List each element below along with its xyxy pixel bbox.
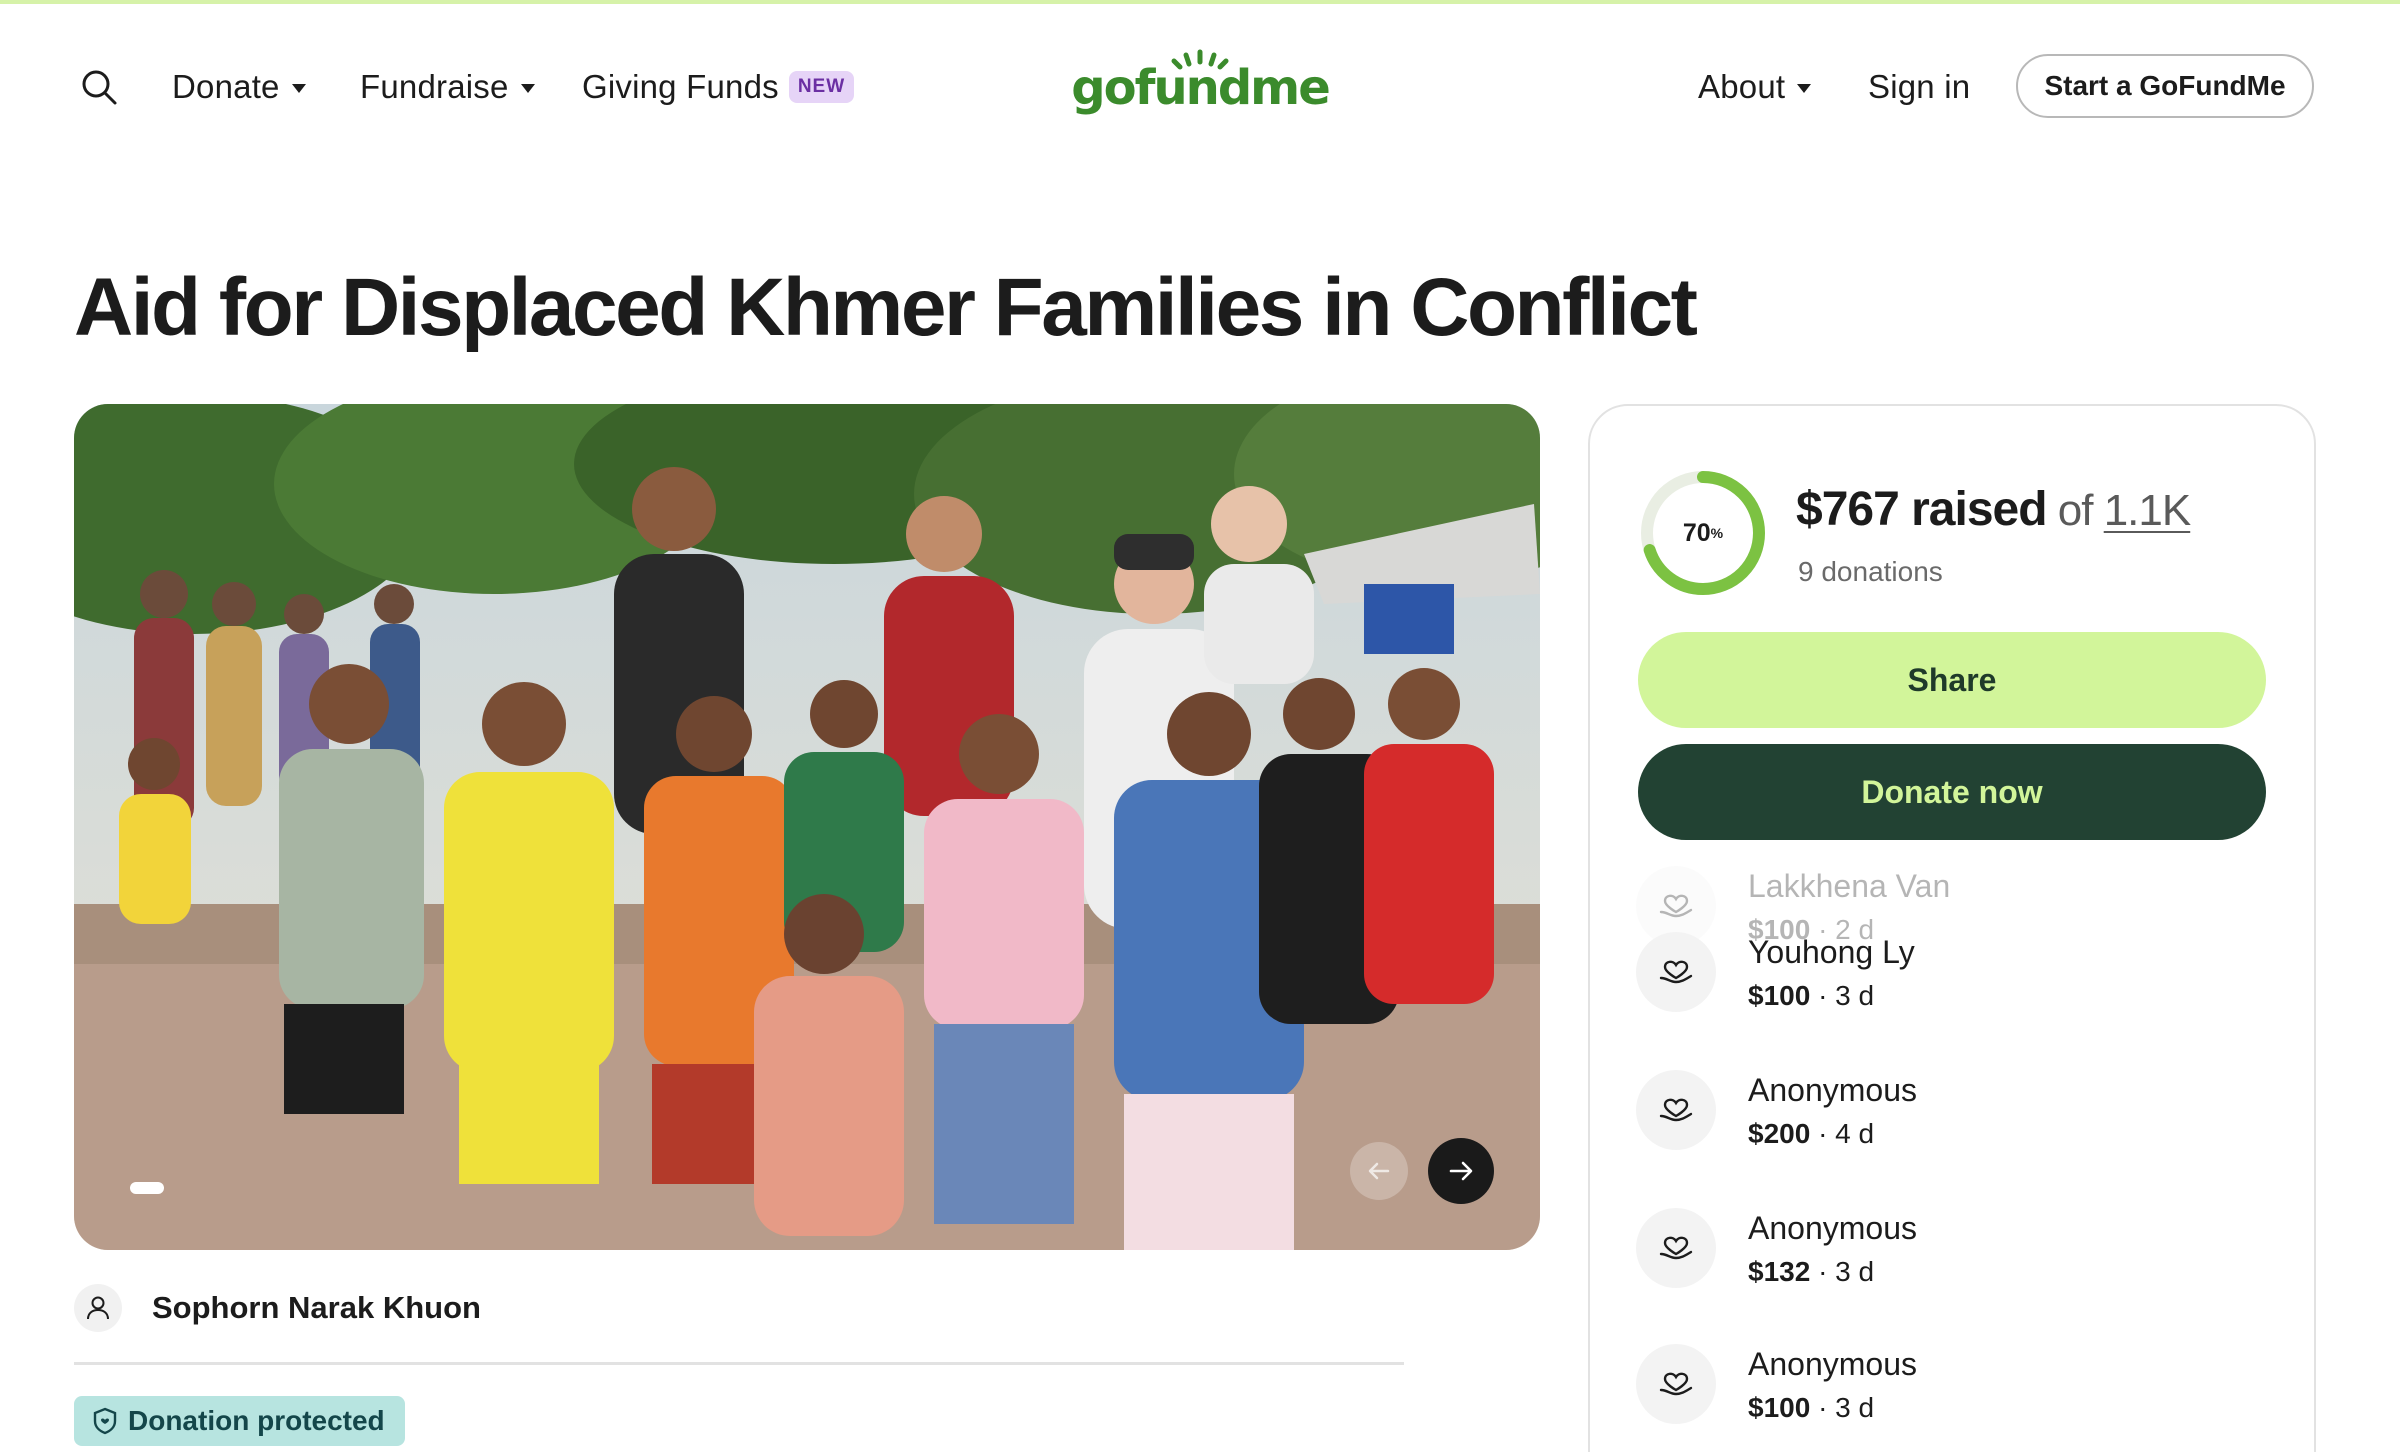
donor-meta: $132 · 3 d	[1748, 1256, 1874, 1288]
heart-hand-icon	[1636, 1344, 1716, 1424]
organizer-row: Sophorn Narak Khuon	[74, 1280, 481, 1336]
heart-hand-icon	[1636, 932, 1716, 1012]
caret-down-icon	[520, 83, 535, 93]
campaign-title: Aid for Displaced Khmer Families in Conf…	[74, 262, 1698, 353]
campaign-photo[interactable]	[74, 404, 1540, 1250]
progress-percent: 70%	[1638, 468, 1768, 598]
carousel-dot-active[interactable]	[130, 1182, 164, 1194]
donor-meta: $200 · 4 d	[1748, 1118, 1874, 1150]
donor-time: · 3 d	[1810, 1392, 1875, 1423]
arrow-left-icon	[1368, 1162, 1390, 1180]
raised-summary: $767 raised of 1.1K	[1796, 482, 2192, 537]
donor-name: Anonymous	[1748, 1072, 1917, 1108]
nav-donate[interactable]: Donate	[172, 66, 306, 108]
donor-amount: $200	[1748, 1118, 1811, 1149]
donor-item: Anonymous $132 · 3 d	[1636, 1208, 2276, 1308]
carousel-next-button[interactable]	[1428, 1138, 1494, 1204]
nav-fundraise-label: Fundraise	[360, 68, 509, 105]
heart-hand-icon	[1636, 1070, 1716, 1150]
section-divider	[74, 1362, 1404, 1365]
nav-fundraise[interactable]: Fundraise	[360, 66, 535, 108]
shield-icon	[93, 1407, 117, 1435]
donor-item: Anonymous $200 · 4 d	[1636, 1070, 2276, 1170]
logo-text: gofundme	[1071, 60, 1330, 116]
donor-time: · 4 d	[1810, 1118, 1875, 1149]
donation-protected-label: Donation protected	[128, 1405, 385, 1436]
nav-donate-label: Donate	[172, 68, 280, 105]
donor-item: Youhong Ly $100 · 3 d	[1636, 932, 2276, 1032]
heart-hand-icon	[1636, 1208, 1716, 1288]
donor-name: Youhong Ly	[1748, 934, 1915, 970]
donor-meta: $100 · 3 d	[1748, 980, 1874, 1012]
carousel-dots[interactable]	[130, 1182, 164, 1194]
user-icon	[87, 1296, 109, 1320]
donor-time: · 3 d	[1810, 1256, 1875, 1287]
share-button[interactable]: Share	[1638, 632, 2266, 728]
organizer-name[interactable]: Sophorn Narak Khuon	[152, 1290, 481, 1326]
donor-meta: $100 · 3 d	[1748, 1392, 1874, 1424]
new-badge: NEW	[788, 71, 855, 103]
donation-card: 70% $767 raised of 1.1K 9 donations Shar…	[1588, 404, 2316, 1452]
raised-amount: $767 raised	[1796, 483, 2048, 536]
arrow-right-icon	[1449, 1161, 1473, 1181]
donor-name: Anonymous	[1748, 1346, 1917, 1382]
progress-ring: 70%	[1638, 468, 1768, 598]
nav-about[interactable]: About	[1698, 66, 1812, 108]
raised-of: of	[2046, 486, 2104, 535]
search-icon	[82, 70, 117, 105]
caret-down-icon	[291, 83, 306, 93]
nav-giving-funds-label: Giving Funds	[582, 68, 779, 105]
donor-amount: $100	[1748, 980, 1811, 1011]
search-button[interactable]	[76, 64, 122, 110]
nav-sign-in-label: Sign in	[1868, 68, 1971, 105]
organizer-avatar	[74, 1284, 122, 1332]
progress-percent-sign: %	[1710, 525, 1724, 541]
donor-amount: $100	[1748, 1392, 1811, 1423]
progress-percent-value: 70	[1682, 518, 1711, 547]
carousel-prev-button[interactable]	[1350, 1142, 1408, 1200]
donor-name: Anonymous	[1748, 1210, 1917, 1246]
donate-now-button[interactable]: Donate now	[1638, 744, 2266, 840]
donor-name: Lakkhena Van	[1748, 868, 1951, 904]
donor-amount: $132	[1748, 1256, 1811, 1287]
nav-giving-funds[interactable]: Giving Funds NEW	[582, 66, 855, 108]
start-gofundme-button[interactable]: Start a GoFundMe	[2016, 54, 2314, 118]
donation-protected-badge[interactable]: Donation protected	[74, 1396, 405, 1446]
site-header: Donate Fundraise Giving Funds NEW gofund…	[0, 4, 2400, 164]
nav-sign-in[interactable]: Sign in	[1868, 66, 1970, 108]
caret-down-icon	[1797, 83, 1812, 93]
donation-count: 9 donations	[1798, 556, 1943, 587]
goal-amount-link[interactable]: 1.1K	[2104, 486, 2192, 535]
donor-item: Anonymous $100 · 3 d	[1636, 1344, 2276, 1444]
group-photo-illustration	[74, 404, 1540, 1250]
nav-about-label: About	[1698, 68, 1786, 105]
donor-time: · 3 d	[1810, 980, 1875, 1011]
gofundme-logo[interactable]: gofundme	[1071, 48, 1331, 126]
